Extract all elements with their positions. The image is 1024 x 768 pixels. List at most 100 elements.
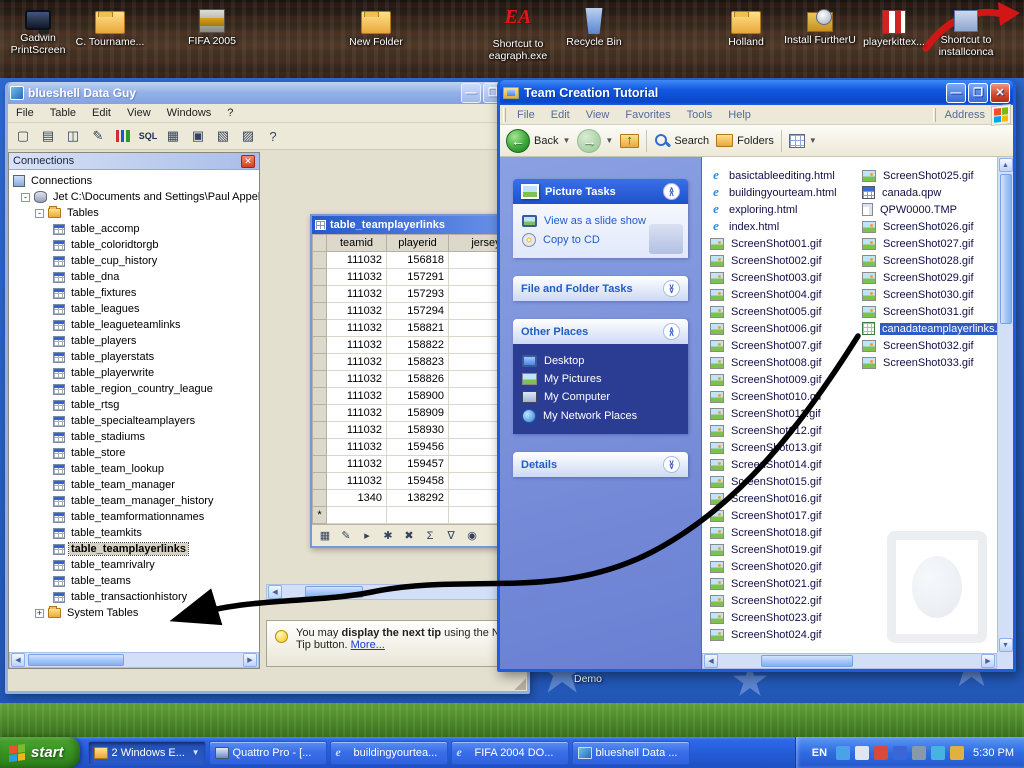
desktop-icon-playerkittex[interactable]: playerkittex... [858,6,930,48]
help-icon[interactable]: ? [262,125,284,147]
file-canada-qpw[interactable]: canada.qpw [862,184,1004,201]
go-icon[interactable]: ▸ [358,527,376,545]
tree-item-table-teamrivalry[interactable]: table_teamrivalry [11,557,257,573]
toolbar-grip[interactable] [503,108,506,122]
file-list-horizontal-scrollbar[interactable]: ◀ ▶ [702,653,997,669]
scroll-right-icon[interactable]: ▶ [981,654,995,668]
language-indicator[interactable]: EN [808,746,831,760]
tree-item-system-tables[interactable]: +System Tables [11,605,257,621]
row-selector[interactable] [313,473,327,490]
file-screenshot020-gif[interactable]: ScreenShot020.gif [710,558,858,575]
close-button[interactable]: ✕ [990,83,1010,103]
file-screenshot001-gif[interactable]: ScreenShot001.gif [710,235,858,252]
chevron-down-icon[interactable]: ∨∨ [663,280,680,297]
scheduler-tray-icon[interactable] [950,746,964,760]
back-button[interactable]: ← Back ▼ [506,129,570,153]
menu-explorer-edit[interactable]: Edit [543,107,578,123]
file-screenshot009-gif[interactable]: ScreenShot009.gif [710,371,858,388]
desktop-icon-shortcut-to-installconca[interactable]: Shortcut to installconca [930,6,1002,58]
file-screenshot031-gif[interactable]: ScreenShot031.gif [862,303,1004,320]
sum-icon[interactable]: Σ [421,527,439,545]
tree-item-table-accomp[interactable]: table_accomp [11,221,257,237]
paste-icon[interactable]: ▨ [237,125,259,147]
menu-explorer-favorites[interactable]: Favorites [617,107,678,123]
desktop-icon-new-folder[interactable]: New Folder [340,6,412,48]
row-selector[interactable] [313,354,327,371]
file-index-html[interactable]: index.html [710,218,858,235]
place-my-computer[interactable]: My Computer [520,388,681,406]
file-screenshot018-gif[interactable]: ScreenShot018.gif [710,524,858,541]
menu-blueshell-windows[interactable]: Windows [159,105,220,121]
row-selector[interactable] [313,422,327,439]
menu-blueshell-edit[interactable]: Edit [84,105,119,121]
place-desktop[interactable]: Desktop [520,352,681,370]
blueshell-titlebar[interactable]: blueshell Data Guy — ❐ ✕ [8,82,527,104]
desktop-icon-holland[interactable]: Holland [710,6,782,48]
tree-root-connections[interactable]: Connections [11,173,257,189]
row-selector[interactable] [313,388,327,405]
tree-item-table-playerstats[interactable]: table_playerstats [11,349,257,365]
taskbar-button-2-windows-e[interactable]: 2 Windows E...▼ [88,741,206,765]
tree-item-table-teamplayerlinks[interactable]: table_teamplayerlinks [11,541,257,557]
new-record-icon[interactable]: ✱ [379,527,397,545]
copy-icon[interactable]: ▧ [212,125,234,147]
file-screenshot017-gif[interactable]: ScreenShot017.gif [710,507,858,524]
datasheet-icon[interactable]: ▦ [316,527,334,545]
row-selector[interactable] [313,490,327,507]
row-selector[interactable] [313,303,327,320]
menu-explorer-tools[interactable]: Tools [679,107,721,123]
scrollbar-thumb[interactable] [305,586,363,598]
taskbar-button-fifa-2004-do[interactable]: FIFA 2004 DO... [451,741,569,765]
file-screenshot002-gif[interactable]: ScreenShot002.gif [710,252,858,269]
tree-item-table-teams[interactable]: table_teams [11,573,257,589]
scrollbar-thumb[interactable] [761,655,853,667]
row-selector[interactable] [313,337,327,354]
desktop-icon-shortcut-to-eagraph-exe[interactable]: Shortcut to eagraph.exe [482,6,554,62]
resize-grip[interactable] [513,677,526,690]
taskbar-button-buildingyourtea[interactable]: buildingyourtea... [330,741,448,765]
tree-item-table-specialteamplayers[interactable]: table_specialteamplayers [11,413,257,429]
tree-item-table-teamkits[interactable]: table_teamkits [11,525,257,541]
scroll-right-icon[interactable]: ▶ [243,653,257,667]
tree-item-table-leagues[interactable]: table_leagues [11,301,257,317]
file-screenshot004-gif[interactable]: ScreenShot004.gif [710,286,858,303]
row-selector[interactable] [313,405,327,422]
close-icon[interactable]: ✕ [241,155,255,168]
file-screenshot024-gif[interactable]: ScreenShot024.gif [710,626,858,643]
chevron-up-icon[interactable]: ∧∧ [663,183,680,200]
desktop-icon-fifa-2005[interactable]: FIFA 2005 [176,6,248,47]
file-screenshot014-gif[interactable]: ScreenShot014.gif [710,456,858,473]
minimize-button[interactable]: — [461,83,481,103]
file-folder-tasks-header[interactable]: File and Folder Tasks ∨∨ [513,276,688,301]
find-icon[interactable]: ◉ [463,527,481,545]
file-basictableediting-html[interactable]: basictableediting.html [710,167,858,184]
tree-item-tables[interactable]: -Tables [11,205,257,221]
save-icon[interactable]: ◫ [62,125,84,147]
chart-icon[interactable] [112,125,134,147]
file-screenshot003-gif[interactable]: ScreenShot003.gif [710,269,858,286]
design-icon[interactable]: ✎ [87,125,109,147]
taskbar-button-blueshell-data[interactable]: blueshell Data ... [572,741,690,765]
desktop-icon-recycle-bin[interactable]: Recycle Bin [558,6,630,48]
menu-blueshell-table[interactable]: Table [42,105,84,121]
row-selector[interactable] [313,320,327,337]
chevron-down-icon[interactable]: ▼ [605,136,613,145]
tip-more-link[interactable]: More... [351,639,385,651]
tree-item-table-fixtures[interactable]: table_fixtures [11,285,257,301]
search-button[interactable]: Search [654,133,709,149]
filter-icon[interactable]: ∇ [442,527,460,545]
network-tray-icon[interactable] [836,746,850,760]
file-screenshot007-gif[interactable]: ScreenShot007.gif [710,337,858,354]
file-screenshot029-gif[interactable]: ScreenShot029.gif [862,269,1004,286]
file-buildingyourteam-html[interactable]: buildingyourteam.html [710,184,858,201]
file-screenshot016-gif[interactable]: ScreenShot016.gif [710,490,858,507]
tree-item-table-region-country-league[interactable]: table_region_country_league [11,381,257,397]
views-button[interactable]: ▼ [789,134,817,148]
menu-blueshell-file[interactable]: File [8,105,42,121]
tree-item-table-dna[interactable]: table_dna [11,269,257,285]
maximize-button[interactable]: ❐ [968,83,988,103]
task-view-as-a-slide-show[interactable]: View as a slide show [520,212,681,230]
menu-blueshell-[interactable]: ? [219,105,241,121]
scroll-down-icon[interactable]: ▼ [999,638,1013,652]
row-selector[interactable] [313,371,327,388]
